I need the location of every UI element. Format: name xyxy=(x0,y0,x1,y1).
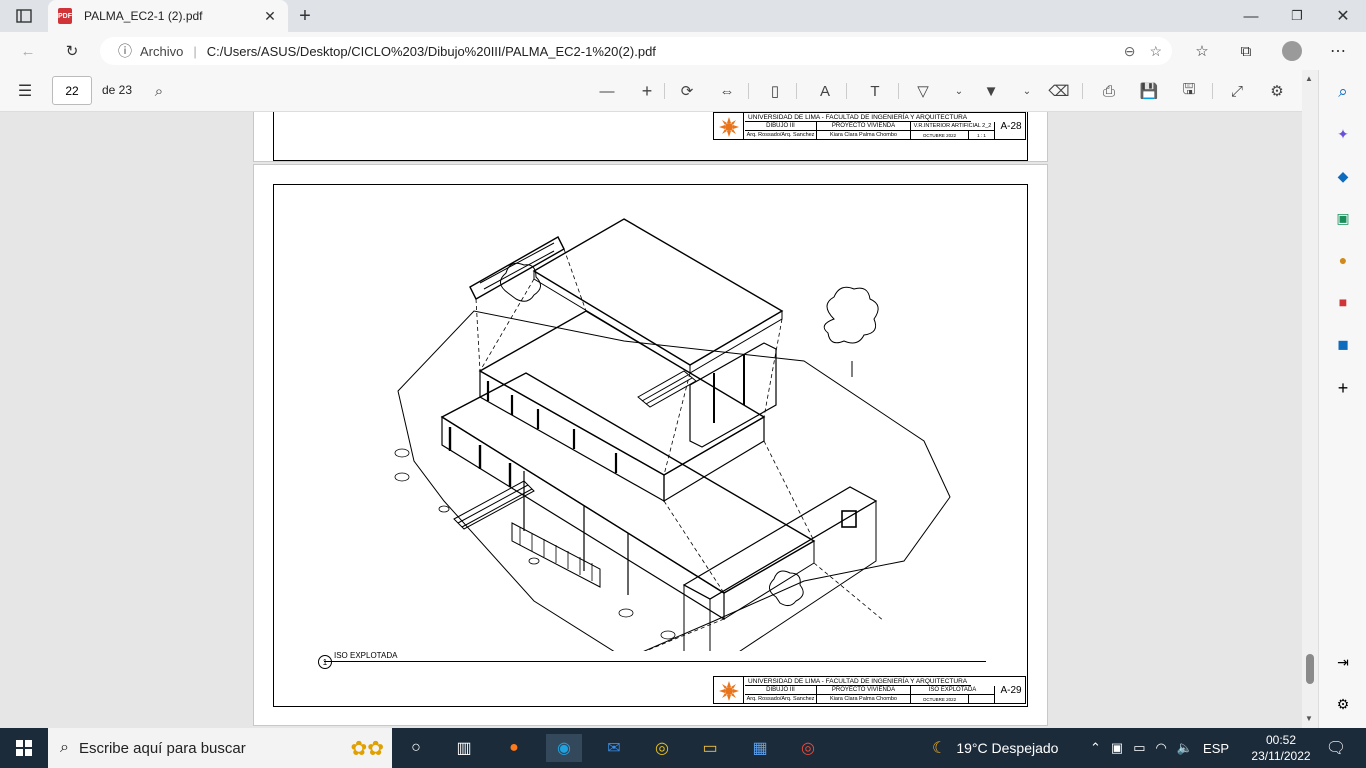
sheet-number: A-28 xyxy=(1000,121,1022,132)
info-icon[interactable]: ⓘ xyxy=(118,41,132,61)
chrome-profile-icon[interactable]: ◎ xyxy=(790,734,826,762)
search-icon: ⌕ xyxy=(60,739,69,756)
add-text-icon[interactable]: T xyxy=(864,81,886,101)
back-icon[interactable]: ← xyxy=(16,40,40,62)
pdf-viewer[interactable]: UNIVERSIDAD DE LIMA - FACULTAD DE INGENI… xyxy=(0,112,1302,728)
contents-icon[interactable]: ☰ xyxy=(14,81,36,101)
url-text[interactable]: C:/Users/ASUS/Desktop/CICLO%203/Dibujo%2… xyxy=(207,44,656,59)
zoom-out-button[interactable]: — xyxy=(596,81,618,101)
drawing-number-circle: 1 xyxy=(318,655,332,669)
minimize-icon[interactable]: — xyxy=(1240,4,1262,28)
add-favorite-icon[interactable]: ☆ xyxy=(1149,43,1162,60)
scrollbar-thumb[interactable] xyxy=(1306,654,1314,684)
page-number-input[interactable]: 22 xyxy=(52,76,92,105)
clock[interactable]: 00:52 23/11/2022 xyxy=(1246,732,1316,764)
page-total: de 23 xyxy=(102,83,133,97)
scroll-down-icon[interactable]: ▼ xyxy=(1305,714,1313,723)
caption-underline xyxy=(324,661,986,662)
edge-icon[interactable]: ◉ xyxy=(546,734,582,762)
fit-width-icon[interactable]: ⇔ xyxy=(716,81,738,101)
zoom-in-button[interactable]: + xyxy=(636,81,658,101)
university-logo xyxy=(714,677,744,704)
tab-strip: PDF PALMA_EC2-1 (2).pdf ✕ + — ❐ ✕ xyxy=(0,0,1366,32)
tab-actions-icon[interactable] xyxy=(12,6,36,26)
taskbar: ⌕ Escribe aquí para buscar ✿✿ ○ ▥ ● ◉ ✉ … xyxy=(0,728,1366,768)
isometric-exploded-drawing xyxy=(394,218,951,651)
outlook-icon[interactable]: ◼ xyxy=(1333,334,1353,354)
games-icon[interactable]: ● xyxy=(1333,250,1353,270)
restore-icon[interactable]: ❐ xyxy=(1286,4,1308,28)
rotate-icon[interactable]: ⟳ xyxy=(676,81,698,101)
camera-icon[interactable]: ▣ xyxy=(1111,740,1123,756)
title-block-previous: UNIVERSIDAD DE LIMA - FACULTAD DE INGENI… xyxy=(713,112,1026,140)
address-toolbar: ← ↻ ⓘ Archivo | C:/Users/ASUS/Desktop/CI… xyxy=(0,32,1366,70)
store-icon[interactable]: ▦ xyxy=(742,734,778,762)
zoom-out-icon[interactable]: ⊖ xyxy=(1124,43,1136,60)
moon-icon: ☾ xyxy=(932,740,947,757)
firefox-icon[interactable]: ● xyxy=(496,734,532,762)
sidebar-settings-gear-icon[interactable]: ⚙ xyxy=(1333,694,1353,714)
windows-start-icon[interactable] xyxy=(6,734,42,762)
collections-icon[interactable]: ⧉ xyxy=(1234,40,1258,62)
language-indicator[interactable]: ESP xyxy=(1203,741,1229,756)
office-icon[interactable]: ■ xyxy=(1333,292,1353,312)
chrome-icon[interactable]: ◎ xyxy=(644,734,680,762)
edge-sidebar: ⌕ ✦ ◆ ▣ ● ■ ◼ + ⇥ ⚙ xyxy=(1318,70,1366,728)
file-explorer-icon[interactable]: ▭ xyxy=(692,734,728,762)
drawing-title: ISO EXPLOTADA xyxy=(334,651,398,660)
battery-icon[interactable]: ▭ xyxy=(1133,740,1145,756)
copilot-icon[interactable]: ✦ xyxy=(1333,124,1353,144)
system-tray: ⌃ ▣ ▭ ◠ 🔈 ESP xyxy=(1090,728,1243,768)
favorites-icon[interactable]: ☆ xyxy=(1190,40,1214,62)
notifications-icon[interactable]: 🗨 xyxy=(1318,734,1354,762)
print-icon[interactable]: ⎙ xyxy=(1098,81,1120,101)
close-tab-icon[interactable]: ✕ xyxy=(260,8,280,25)
tab-title: PALMA_EC2-1 (2).pdf xyxy=(84,9,203,23)
search-icon[interactable]: ⌕ xyxy=(1333,82,1353,102)
pdf-settings-gear-icon[interactable]: ⚙ xyxy=(1266,81,1288,101)
volume-icon[interactable]: 🔈 xyxy=(1177,740,1193,756)
university-logo xyxy=(714,113,744,140)
profile-avatar[interactable] xyxy=(1280,40,1304,62)
tab-pdf[interactable]: PDF PALMA_EC2-1 (2).pdf ✕ xyxy=(48,0,288,32)
pdf-file-icon: PDF xyxy=(58,8,72,24)
draw-options-chevron-down-icon[interactable]: ⌄ xyxy=(948,81,970,101)
address-bar[interactable]: ⓘ Archivo | C:/Users/ASUS/Desktop/CICLO%… xyxy=(100,37,1172,65)
sheet-number: A-29 xyxy=(1000,685,1022,696)
add-sidebar-app-icon[interactable]: + xyxy=(1333,378,1353,398)
refresh-icon[interactable]: ↻ xyxy=(60,40,84,62)
close-window-icon[interactable]: ✕ xyxy=(1332,4,1354,28)
taskbar-search-input[interactable]: ⌕ Escribe aquí para buscar ✿✿ xyxy=(48,728,392,768)
draw-icon[interactable]: ▽ xyxy=(912,81,934,101)
page-view-icon[interactable]: ▯ xyxy=(764,81,786,101)
find-icon[interactable]: ⌕ xyxy=(148,81,170,101)
hide-sidebar-icon[interactable]: ⇥ xyxy=(1333,652,1353,672)
read-aloud-icon[interactable]: A xyxy=(814,81,836,101)
save-icon[interactable]: 💾 xyxy=(1138,81,1160,101)
shopping-tag-icon[interactable]: ◆ xyxy=(1333,166,1353,186)
weather-widget[interactable]: ☾ 19°C Despejado xyxy=(932,728,1058,768)
highlight-icon[interactable]: ▼ xyxy=(980,81,1002,101)
chevron-up-icon[interactable]: ⌃ xyxy=(1090,740,1101,756)
pdf-page-current: 1 ISO EXPLOTADA UNIVERSIDAD DE LIMA - FA… xyxy=(253,164,1048,726)
wifi-icon[interactable]: ◠ xyxy=(1156,740,1167,756)
mail-icon[interactable]: ✉ xyxy=(596,734,632,762)
vertical-scrollbar[interactable]: ▲ ▼ xyxy=(1302,70,1318,728)
title-block: UNIVERSIDAD DE LIMA - FACULTAD DE INGENI… xyxy=(713,676,1026,704)
sunflower-icon: ✿✿ xyxy=(350,737,384,760)
new-tab-icon[interactable]: + xyxy=(294,4,316,28)
settings-more-icon[interactable]: ⋯ xyxy=(1326,40,1350,62)
save-as-icon[interactable]: 🖫 xyxy=(1178,81,1200,101)
cortana-icon[interactable]: ○ xyxy=(398,734,434,762)
highlight-options-chevron-down-icon[interactable]: ⌄ xyxy=(1016,81,1038,101)
eraser-icon[interactable]: ⌫ xyxy=(1048,81,1070,101)
pdf-toolbar: ☰ 22 de 23 ⌕ — + ⟳ ⇔ ▯ A T ▽ ⌄ ▼ ⌄ ⌫ ⎙ 💾… xyxy=(0,70,1318,112)
scroll-up-icon[interactable]: ▲ xyxy=(1305,74,1313,83)
fullscreen-icon[interactable]: ⤢ xyxy=(1226,81,1248,101)
pdf-page-previous: UNIVERSIDAD DE LIMA - FACULTAD DE INGENI… xyxy=(253,112,1048,162)
task-view-icon[interactable]: ▥ xyxy=(446,734,482,762)
tools-icon[interactable]: ▣ xyxy=(1333,208,1353,228)
address-label: Archivo xyxy=(140,43,184,59)
